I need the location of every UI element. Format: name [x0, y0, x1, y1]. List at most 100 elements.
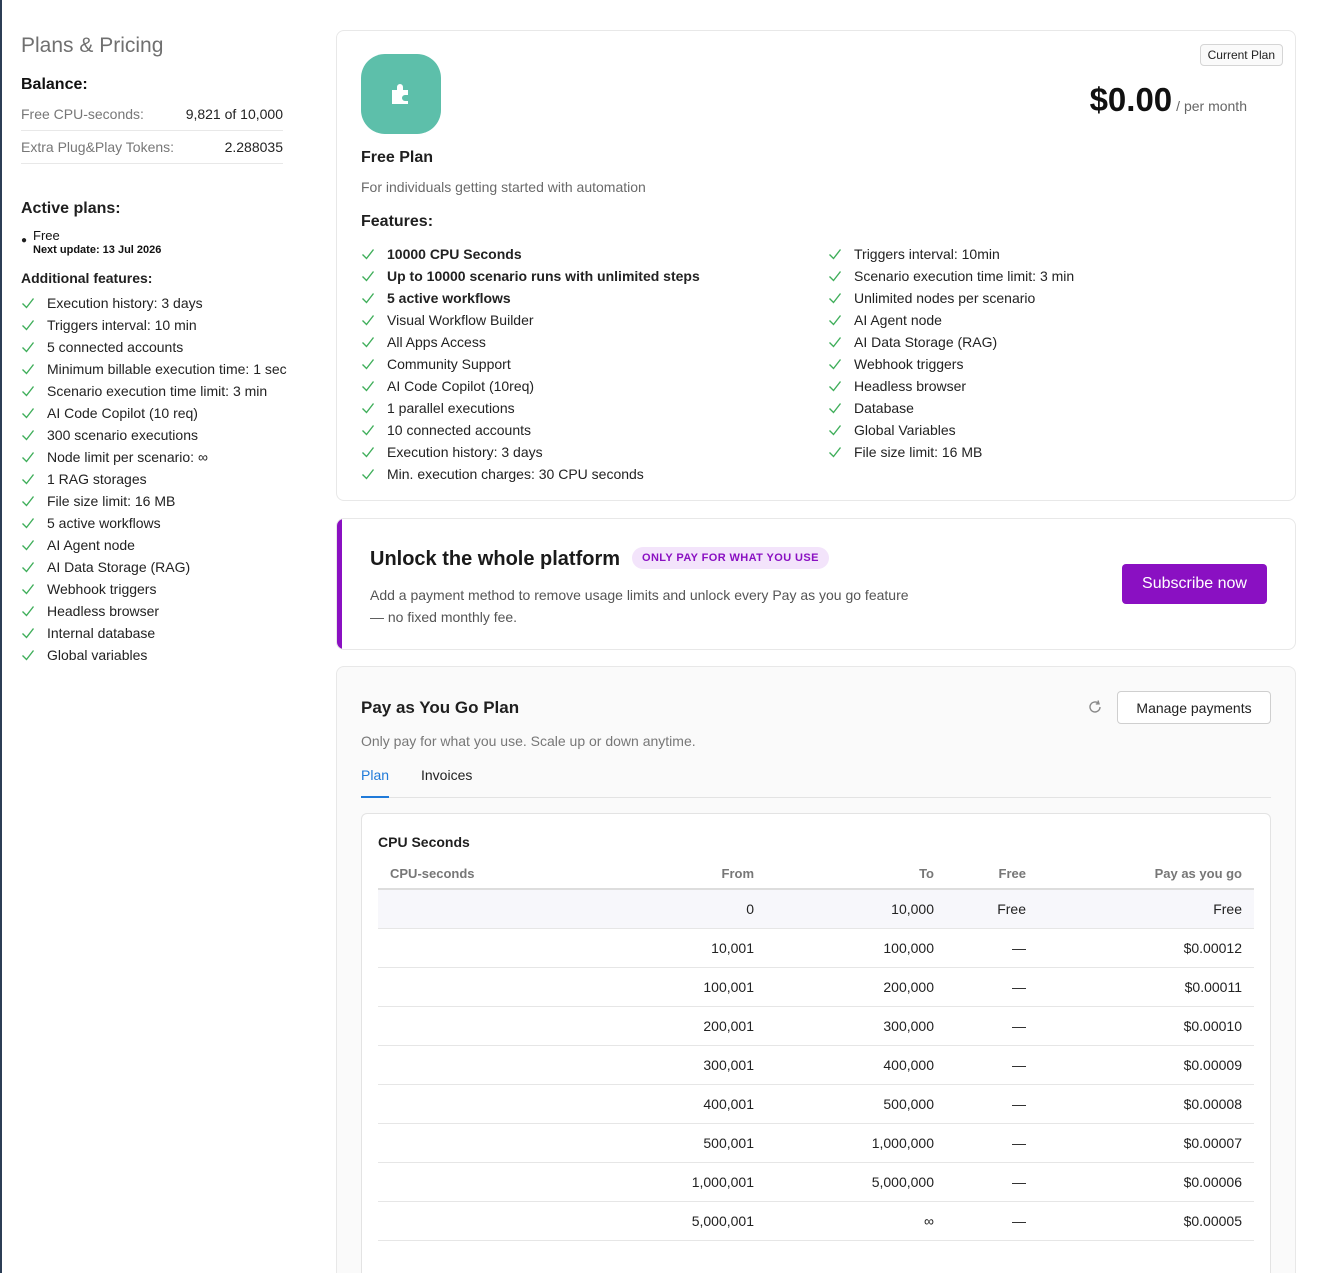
feature-label: 10 connected accounts — [387, 422, 531, 438]
feature-label: 300 scenario executions — [47, 427, 198, 443]
feature-item: Community Support — [361, 353, 700, 375]
table-row: 500,001 1,000,000— $0.00007 — [378, 1123, 1254, 1163]
features-left-list: 10000 CPU Seconds Up to 10000 scenario ru… — [361, 243, 700, 485]
balance-value: 9,821 of 10,000 — [185, 106, 283, 122]
table-cell: $0.00008 — [1038, 1084, 1254, 1124]
table-cell — [378, 1201, 593, 1241]
price-amount: $0.00 — [1089, 81, 1173, 118]
check-icon — [828, 335, 854, 349]
feature-item: Global Variables — [828, 419, 1074, 441]
table-cell: 5,000,000 — [766, 1162, 946, 1202]
feature-item: AI Code Copilot (10req) — [361, 375, 700, 397]
feature-item: Node limit per scenario: ∞ — [21, 446, 311, 468]
page-title: Plans & Pricing — [21, 34, 164, 57]
feature-label: Webhook triggers — [854, 356, 964, 372]
pay-per-use-badge: ONLY PAY FOR WHAT YOU USE — [632, 547, 829, 569]
feature-label: Headless browser — [47, 603, 160, 619]
table-cell: 200,000 — [766, 967, 946, 1007]
table-title: CPU Seconds — [378, 834, 470, 850]
subscribe-now-button[interactable]: Subscribe now — [1122, 564, 1267, 604]
check-icon — [828, 423, 854, 437]
tab-invoices[interactable]: Invoices — [421, 767, 472, 798]
table-cell: $0.00011 — [1038, 967, 1254, 1007]
table-cell: 1,000,001 — [593, 1162, 766, 1202]
feature-item: Execution history: 3 days — [361, 441, 700, 463]
feature-item: Visual Workflow Builder — [361, 309, 700, 331]
column-header: Pay as you go — [1038, 858, 1254, 890]
check-icon — [21, 318, 47, 332]
feature-label: File size limit: 16 MB — [854, 444, 983, 460]
feature-item: 5 connected accounts — [21, 336, 311, 358]
payg-title: Pay as You Go Plan — [361, 698, 520, 717]
table-header-row: CPU-seconds From To Free Pay as you go — [378, 858, 1254, 890]
active-plans-heading: Active plans: — [21, 200, 121, 217]
table-cell: 300,001 — [593, 1045, 766, 1085]
feature-label: Min. execution charges: 30 CPU seconds — [387, 466, 644, 482]
bullet-icon: ● — [21, 235, 28, 246]
table-cell: 400,000 — [766, 1045, 946, 1085]
table-cell: 500,001 — [593, 1123, 766, 1163]
feature-item: Min. execution charges: 30 CPU seconds — [361, 463, 700, 485]
table-row: 0 10,000 Free Free — [378, 889, 1254, 929]
feature-label: Database — [854, 400, 914, 416]
check-icon — [361, 379, 387, 393]
feature-label: Minimum billable execution time: 1 sec — [47, 361, 287, 377]
feature-label: Scenario execution time limit: 3 min — [47, 383, 268, 399]
check-icon — [21, 384, 47, 398]
table-cell — [378, 967, 593, 1007]
table-cell: — — [946, 1084, 1038, 1124]
table-cell — [378, 928, 593, 968]
table-cell: Free — [1038, 889, 1254, 929]
table-cell: — — [946, 1162, 1038, 1202]
free-plan-card: Current Plan $0.00 / per month Free Plan… — [336, 30, 1296, 501]
feature-item: 5 active workflows — [361, 287, 700, 309]
column-header: Free — [946, 858, 1038, 890]
unlock-description: Add a payment method to remove usage lim… — [370, 587, 909, 625]
refresh-icon[interactable] — [1086, 698, 1104, 716]
feature-item: 1 RAG storages — [21, 468, 311, 490]
column-header: CPU-seconds — [378, 858, 593, 890]
check-icon — [361, 401, 387, 415]
check-icon — [361, 269, 387, 283]
check-icon — [828, 445, 854, 459]
feature-item: Database — [828, 397, 1074, 419]
check-icon — [21, 494, 47, 508]
feature-label: AI Data Storage (RAG) — [47, 559, 191, 575]
table-cell: 300,000 — [766, 1006, 946, 1046]
table-cell: — — [946, 1006, 1038, 1046]
feature-label: Execution history: 3 days — [47, 295, 203, 311]
pricing-table: CPU-seconds From To Free Pay as you go 0… — [378, 858, 1254, 1241]
check-icon — [361, 467, 387, 481]
balance-label: Extra Plug&Play Tokens: — [21, 139, 175, 155]
feature-label: Scenario execution time limit: 3 min — [854, 268, 1075, 284]
window-edge — [0, 0, 2, 1273]
feature-item: 10 connected accounts — [361, 419, 700, 441]
manage-payments-button[interactable]: Manage payments — [1117, 691, 1271, 724]
check-icon — [21, 406, 47, 420]
feature-item: Webhook triggers — [21, 578, 311, 600]
check-icon — [21, 450, 47, 464]
table-cell — [378, 1084, 593, 1124]
features-right-list: Triggers interval: 10min Scenario executi… — [828, 243, 1074, 463]
feature-label: 1 parallel executions — [387, 400, 515, 416]
feature-item: Global variables — [21, 644, 311, 666]
table-cell — [378, 889, 593, 929]
feature-label: Global variables — [47, 647, 148, 663]
features-heading: Features: — [361, 213, 434, 230]
feature-item: Headless browser — [21, 600, 311, 622]
tab-plan[interactable]: Plan — [361, 767, 390, 798]
table-cell: 100,000 — [766, 928, 946, 968]
cpu-seconds-table-card: CPU Seconds CPU-seconds From To Free Pay… — [361, 813, 1271, 1273]
feature-label: Visual Workflow Builder — [387, 312, 534, 328]
feature-label: Unlimited nodes per scenario — [854, 290, 1036, 306]
feature-item: Webhook triggers — [828, 353, 1074, 375]
feature-label: AI Code Copilot (10 req) — [47, 405, 198, 421]
feature-item: AI Agent node — [828, 309, 1074, 331]
feature-item: File size limit: 16 MB — [21, 490, 311, 512]
feature-label: File size limit: 16 MB — [47, 493, 176, 509]
table-cell: 500,000 — [766, 1084, 946, 1124]
feature-item: Scenario execution time limit: 3 min — [21, 380, 311, 402]
check-icon — [361, 247, 387, 261]
table-row: 5,000,001 ∞ — $0.00005 — [378, 1201, 1254, 1241]
check-icon — [828, 313, 854, 327]
